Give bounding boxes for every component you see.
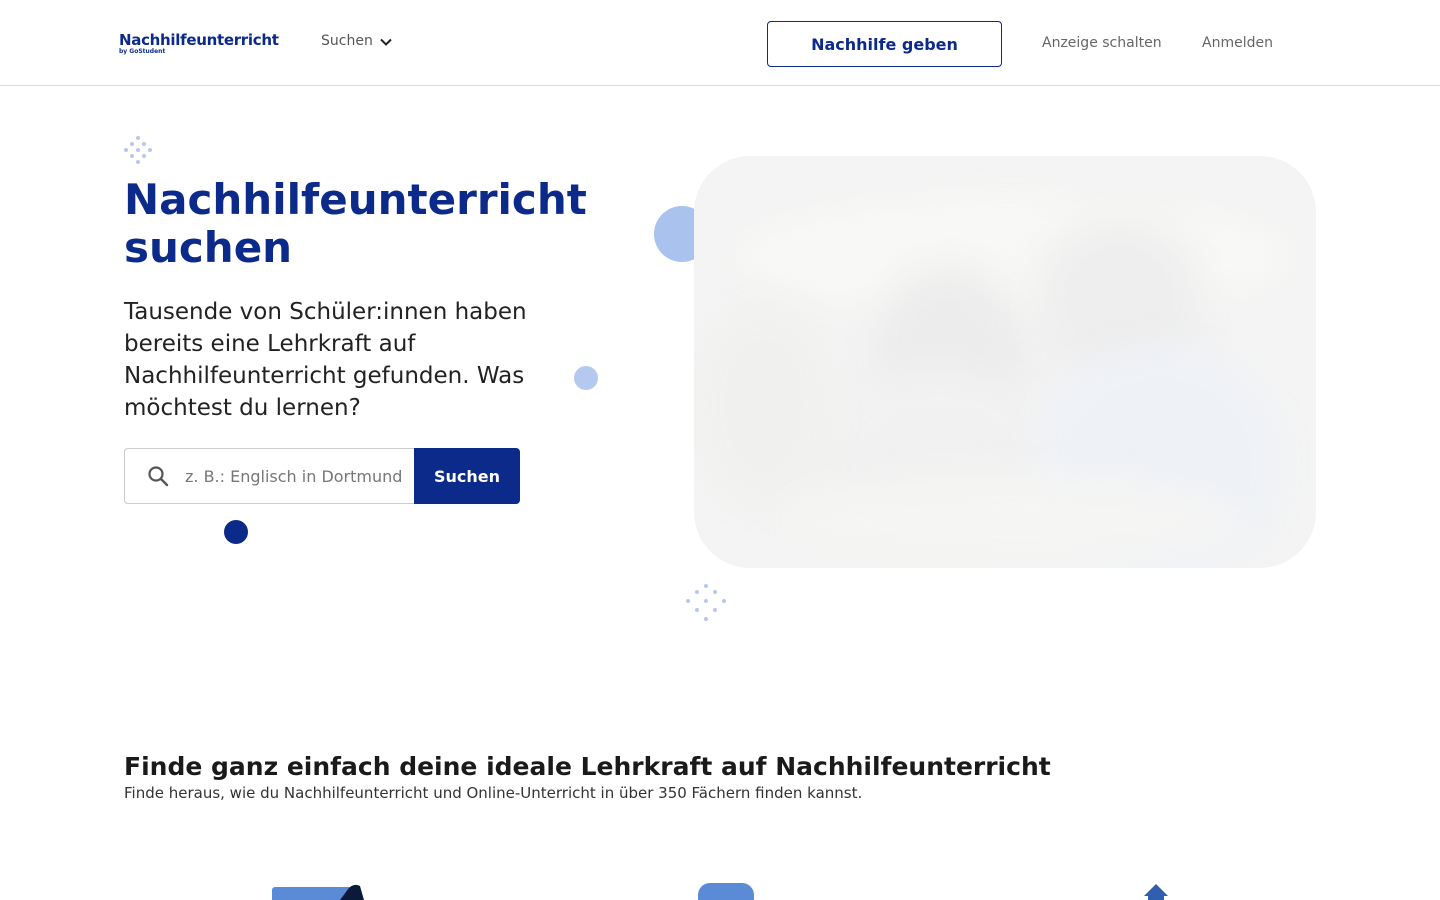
logo-subtext: by GoStudent bbox=[119, 48, 166, 55]
give-tutoring-button[interactable]: Nachhilfe geben bbox=[767, 21, 1002, 67]
decorative-dots bbox=[124, 136, 154, 166]
nav-search-dropdown[interactable]: Suchen bbox=[321, 32, 393, 49]
chat-bubble-icon bbox=[698, 883, 754, 900]
search-button[interactable]: Suchen bbox=[414, 448, 520, 504]
login-link[interactable]: Anmelden bbox=[1202, 35, 1273, 51]
profile-card-icon bbox=[272, 884, 364, 900]
site-header: Nachhilfeunterricht by GoStudent Suchen … bbox=[0, 0, 1440, 86]
decorative-circle bbox=[574, 366, 598, 390]
hero-subtitle: Tausende von Schüler:innen haben bereits… bbox=[124, 299, 527, 421]
decorative-dots bbox=[686, 584, 726, 624]
graduation-icon bbox=[1144, 884, 1168, 900]
section-title: Finde ganz einfach deine ideale Lehrkraf… bbox=[124, 752, 1051, 781]
decorative-circle bbox=[224, 520, 248, 544]
logo-text: Nachhilfeunterricht bbox=[119, 31, 279, 49]
hero-image bbox=[694, 156, 1316, 568]
nav-search-label: Suchen bbox=[321, 32, 373, 49]
search-field bbox=[124, 448, 414, 504]
site-logo[interactable]: Nachhilfeunterricht by GoStudent bbox=[119, 32, 279, 56]
section-subtitle: Finde heraus, wie du Nachhilfeunterricht… bbox=[124, 784, 863, 802]
search-icon bbox=[148, 466, 169, 487]
search-input[interactable] bbox=[185, 449, 413, 503]
post-ad-link[interactable]: Anzeige schalten bbox=[1042, 35, 1162, 51]
chevron-down-icon bbox=[380, 38, 392, 46]
page-title: Nachhilfeunterricht suchen bbox=[124, 175, 587, 272]
